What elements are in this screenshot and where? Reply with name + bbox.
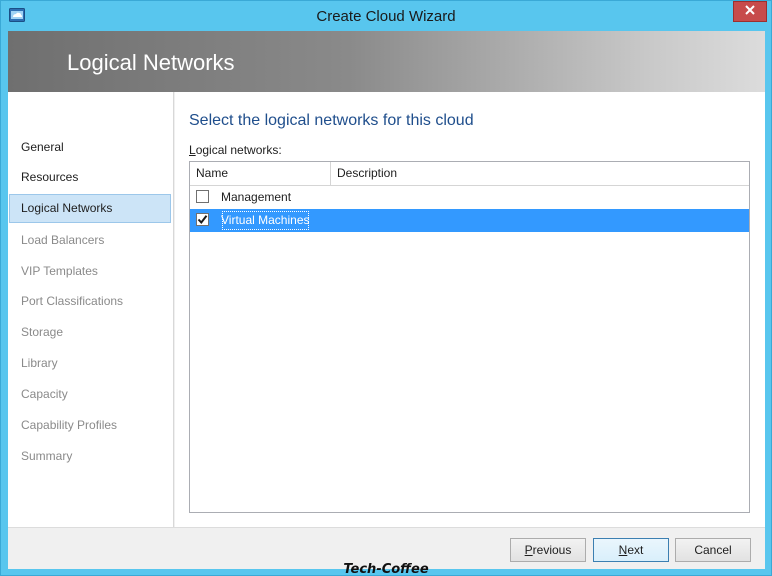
nav-item-capability-profiles: Capability Profiles	[21, 418, 118, 432]
label-accelerator: L	[189, 143, 196, 157]
cancel-button[interactable]: Cancel	[675, 538, 751, 562]
previous-accelerator: P	[524, 543, 533, 557]
wizard-client-area: Logical Networks General Resources Logic…	[8, 31, 765, 569]
checkbox-management[interactable]	[196, 190, 209, 203]
list-row-virtual-machines[interactable]: Virtual Machines	[190, 209, 749, 232]
logical-networks-list[interactable]: Name Description Management Virtual Mach…	[189, 161, 750, 513]
next-label: ext	[627, 543, 644, 557]
previous-button[interactable]: Previous	[510, 538, 586, 562]
window-title: Create Cloud Wizard	[316, 8, 456, 25]
wizard-page-content: Select the logical networks for this clo…	[175, 92, 765, 527]
next-button[interactable]: Next	[593, 538, 669, 562]
close-button[interactable]	[733, 1, 767, 22]
page-banner: Logical Networks	[8, 31, 765, 92]
label-text: ogical networks:	[195, 143, 282, 157]
logical-networks-label: Logical networks:	[189, 143, 282, 157]
nav-item-resources[interactable]: Resources	[9, 163, 171, 192]
title-bar[interactable]: Create Cloud Wizard	[1, 1, 771, 31]
nav-item-capacity: Capacity	[21, 387, 68, 401]
nav-item-summary: Summary	[21, 449, 73, 463]
nav-item-general[interactable]: General	[9, 133, 171, 162]
nav-item-load-balancers: Load Balancers	[21, 233, 105, 247]
row-name: Management	[221, 190, 292, 204]
nav-item-port-classifications: Port Classifications	[21, 294, 124, 308]
page-heading: Select the logical networks for this clo…	[189, 112, 474, 129]
list-header: Name Description	[190, 162, 749, 186]
column-header-name[interactable]: Name	[190, 162, 330, 185]
checkmark-icon	[197, 215, 208, 225]
close-icon	[744, 4, 756, 19]
watermark-text: Tech-Coffee	[343, 562, 429, 576]
wizard-window: Create Cloud Wizard Logical Networks Gen…	[0, 0, 772, 576]
previous-label: revious	[532, 543, 572, 557]
nav-item-library: Library	[21, 356, 58, 370]
nav-item-vip-templates: VIP Templates	[21, 264, 98, 278]
row-name: Virtual Machines	[220, 209, 311, 232]
nav-item-logical-networks[interactable]: Logical Networks	[9, 194, 171, 223]
column-header-description[interactable]: Description	[331, 162, 749, 185]
list-row-management[interactable]: Management	[190, 186, 749, 209]
page-title: Logical Networks	[67, 50, 235, 75]
wizard-step-list: General Resources Logical Networks Load …	[8, 92, 174, 527]
nav-item-storage: Storage	[21, 325, 64, 339]
checkbox-virtual-machines[interactable]	[196, 213, 209, 226]
